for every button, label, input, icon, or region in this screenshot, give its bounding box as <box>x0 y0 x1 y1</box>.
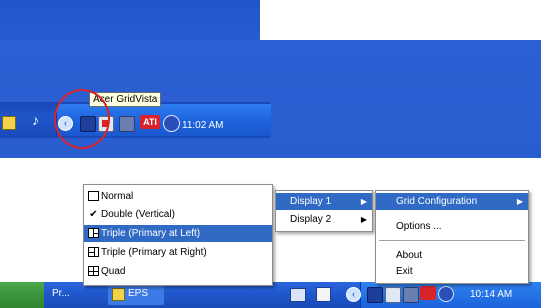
menu-item-exit[interactable]: Exit <box>376 263 528 280</box>
layout-triple-right-icon <box>88 247 99 258</box>
submenu-arrow-icon: ▶ <box>516 197 523 206</box>
taskbar-task-button[interactable]: EPS <box>108 284 164 305</box>
taskbar-clock[interactable]: 11:02 AM <box>182 120 224 131</box>
start-button[interactable] <box>0 282 44 308</box>
layout-menu: Normal ✔ Double (Vertical) Triple (Primar… <box>83 184 273 286</box>
ati-icon[interactable]: ATI <box>140 115 160 129</box>
menu-item-label: Normal <box>101 191 134 202</box>
display-menu: Display 1 ▶ Display 2 ▶ <box>275 190 373 232</box>
menu-item-normal[interactable]: Normal <box>84 188 272 205</box>
menu-item-label: Quad <box>101 266 126 277</box>
check-icon: ✔ <box>89 209 98 220</box>
menu-item-triple-right[interactable]: Triple (Primary at Right) <box>84 244 272 261</box>
annotation-circle <box>54 89 110 149</box>
menu-item-label: Display 1 <box>290 196 332 207</box>
ati-icon[interactable] <box>420 286 436 300</box>
layout-quad-icon <box>88 266 99 277</box>
layout-triple-left-icon <box>88 228 99 239</box>
menu-item-label: Double (Vertical) <box>101 209 175 220</box>
menu-item-label: About <box>396 250 423 261</box>
menu-item-quad[interactable]: Quad <box>84 263 272 280</box>
show-hidden-icons-icon[interactable]: ‹ <box>346 287 361 302</box>
submenu-arrow-icon: ▶ <box>360 215 367 224</box>
menu-item-label: Grid Configuration <box>396 196 478 207</box>
monitor-icon[interactable] <box>367 287 383 303</box>
menu-item-display-1[interactable]: Display 1 ▶ <box>276 193 372 210</box>
menu-item-grid-configuration[interactable]: Grid Configuration ▶ <box>376 193 528 210</box>
menu-item-about[interactable]: About <box>376 247 528 264</box>
menu-item-label: Exit <box>396 266 413 277</box>
menu-item-display-2[interactable]: Display 2 ▶ <box>276 211 372 228</box>
gridvista-menu: Grid Configuration ▶ Options ... About Ex… <box>375 190 529 284</box>
submenu-arrow-icon: ▶ <box>360 197 367 206</box>
task-label: EPS <box>128 288 149 299</box>
window-icon[interactable] <box>316 287 331 302</box>
gridvista-icon[interactable] <box>385 287 401 303</box>
network-icon[interactable] <box>403 287 419 303</box>
folder-icon <box>112 288 125 301</box>
network-icon[interactable] <box>119 116 135 132</box>
menu-item-label: Triple (Primary at Right) <box>101 247 207 258</box>
speaker-icon[interactable]: ♪ <box>32 112 42 128</box>
globe-icon[interactable] <box>163 115 180 132</box>
menu-item-label: Options ... <box>396 221 442 232</box>
menu-item-double-vertical[interactable]: ✔ Double (Vertical) <box>84 206 272 223</box>
menu-item-label: Triple (Primary at Left) <box>101 228 201 239</box>
menu-item-triple-left[interactable]: Triple (Primary at Left) <box>84 225 272 242</box>
taskbar-clock[interactable]: 10:14 AM <box>470 289 512 300</box>
menu-separator <box>379 240 525 241</box>
menu-item-label: Display 2 <box>290 214 332 225</box>
taskbar-app-icon[interactable] <box>2 116 16 130</box>
layout-normal-icon <box>88 191 99 202</box>
globe-icon[interactable] <box>438 286 454 302</box>
menu-item-options[interactable]: Options ... <box>376 218 528 235</box>
desktop-icon[interactable] <box>290 288 306 302</box>
taskbar-task-button[interactable]: Pr... <box>52 288 70 299</box>
